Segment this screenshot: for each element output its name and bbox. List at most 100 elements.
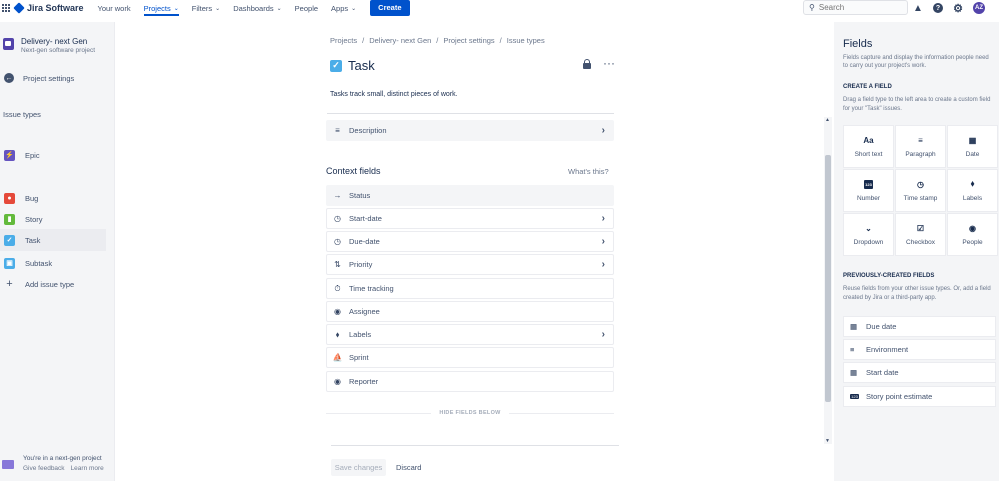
- sidebar-item-subtask[interactable]: ▣ Subtask: [0, 252, 106, 274]
- project-header[interactable]: Delivery- next Gen Next-gen software pro…: [3, 37, 95, 54]
- help-icon[interactable]: ?: [933, 3, 943, 13]
- scrollbar-thumb[interactable]: [825, 155, 831, 402]
- field-type-time-stamp[interactable]: ◷ Time stamp: [895, 169, 946, 212]
- previous-field-story-point-estimate[interactable]: 123 Story point estimate: [843, 386, 996, 407]
- field-type-labels[interactable]: ⬧ Labels: [947, 169, 998, 212]
- field-row-due-date[interactable]: ◷ Due-date ›: [326, 231, 614, 252]
- search-box[interactable]: ⚲: [803, 0, 908, 15]
- breadcrumb-item[interactable]: Project settings: [443, 36, 494, 45]
- nav-filters[interactable]: Filters ⌄: [192, 0, 220, 16]
- chevron-right-icon: ›: [601, 213, 605, 224]
- field-row-labels[interactable]: ⬧ Labels ›: [326, 324, 614, 345]
- learn-more-link[interactable]: Learn more: [71, 465, 104, 472]
- field-type-short-text[interactable]: Aa Short text: [843, 125, 894, 168]
- primary-nav: Your work Projects ⌄ Filters ⌄ Dashboards ⌄ Peo…: [98, 0, 370, 16]
- scroll-up-icon[interactable]: ▲: [825, 117, 830, 123]
- tile-label: Labels: [962, 194, 983, 202]
- field-row-time-tracking[interactable]: ⏱ Time tracking: [326, 278, 614, 299]
- scrollbar[interactable]: ▲ ▼: [824, 117, 832, 444]
- field-type-checkbox[interactable]: ☑ Checkbox: [895, 213, 946, 256]
- field-type-people[interactable]: ◉ People: [947, 213, 998, 256]
- chevron-down-icon: ⌄: [351, 5, 357, 12]
- tile-label: Checkbox: [906, 238, 935, 246]
- sidebar-item-bug[interactable]: ● Bug: [0, 187, 106, 209]
- previous-field-start-date[interactable]: ▦ Start date: [843, 362, 996, 383]
- field-row-sprint[interactable]: ⛵ Sprint: [326, 347, 614, 368]
- field-label: Reporter: [349, 377, 379, 386]
- give-feedback-link[interactable]: Give feedback: [23, 465, 65, 472]
- chevron-down-icon: ⌄: [173, 5, 179, 12]
- time-stamp-icon: ◷: [917, 179, 924, 189]
- description-field[interactable]: ≡ Description ›: [326, 120, 614, 141]
- fields-panel: Fields Fields capture and display the in…: [834, 22, 999, 481]
- avatar[interactable]: AZ: [973, 2, 985, 14]
- nav-projects[interactable]: Projects ⌄: [143, 0, 179, 16]
- nav-label: Projects: [143, 3, 171, 13]
- field-label: Start-date: [349, 214, 382, 223]
- back-to-project-settings[interactable]: ← Project settings: [4, 73, 74, 83]
- field-label: Sprint: [349, 353, 369, 362]
- app-switcher-icon[interactable]: [2, 4, 10, 12]
- lock-icon[interactable]: [583, 59, 591, 69]
- notifications-icon[interactable]: ▲: [913, 3, 923, 14]
- add-issue-type-button[interactable]: + Add issue type: [0, 273, 106, 295]
- field-label: Labels: [349, 330, 372, 339]
- scroll-down-icon[interactable]: ▼: [825, 438, 830, 444]
- nav-apps[interactable]: Apps ⌄: [331, 0, 356, 16]
- status-icon: →: [333, 191, 342, 200]
- sidebar-item-label: Story: [25, 214, 43, 224]
- field-row-status[interactable]: → Status: [326, 185, 614, 206]
- checkbox-icon: ☑: [916, 223, 925, 233]
- previous-field-label: Environment: [866, 345, 909, 354]
- field-row-reporter[interactable]: ◉ Reporter: [326, 371, 614, 392]
- sidebar-item-story[interactable]: ▮ Story: [0, 208, 106, 230]
- discard-button[interactable]: Discard: [396, 463, 421, 472]
- tile-label: Dropdown: [853, 238, 884, 246]
- next-gen-footer: You're in a next-gen project Give feedba…: [2, 455, 110, 472]
- tile-label: Time stamp: [903, 194, 938, 202]
- sidebar-item-label: Task: [25, 235, 41, 245]
- previous-field-label: Story point estimate: [866, 392, 933, 401]
- search-input[interactable]: [818, 3, 899, 12]
- page-title[interactable]: Task: [348, 58, 375, 73]
- sidebar-item-label: Epic: [25, 150, 40, 160]
- field-type-dropdown[interactable]: ⌄ Dropdown: [843, 213, 894, 256]
- nav-your-work[interactable]: Your work: [98, 0, 131, 16]
- field-row-assignee[interactable]: ◉ Assignee: [326, 301, 614, 322]
- field-type-paragraph[interactable]: ≡ Paragraph: [895, 125, 946, 168]
- whats-this-link[interactable]: What's this?: [568, 167, 609, 176]
- breadcrumb-item[interactable]: Issue types: [507, 36, 545, 45]
- nav-dashboards[interactable]: Dashboards ⌄: [233, 0, 281, 16]
- jira-logo[interactable]: Jira Software: [13, 2, 84, 14]
- settings-icon[interactable]: ⚙: [953, 3, 963, 15]
- field-row-priority[interactable]: ⇅ Priority ›: [326, 254, 614, 275]
- breadcrumb-separator: /: [436, 36, 439, 45]
- previous-field-due-date[interactable]: ▦ Due date: [843, 316, 996, 337]
- chevron-right-icon: ›: [601, 125, 605, 136]
- story-point-estimate-icon: 123: [850, 394, 859, 399]
- save-changes-button[interactable]: Save changes: [331, 459, 386, 476]
- labels-icon: ⬧: [970, 179, 975, 188]
- previous-field-label: Start date: [866, 368, 899, 377]
- sidebar: Delivery- next Gen Next-gen software pro…: [0, 22, 115, 481]
- add-issue-type-label: Add issue type: [25, 279, 75, 289]
- next-gen-text: You're in a next-gen project: [23, 455, 102, 462]
- field-type-date[interactable]: ▦ Date: [947, 125, 998, 168]
- paragraph-icon: ≡: [918, 135, 923, 145]
- sidebar-item-task[interactable]: ✓ Task: [0, 229, 106, 251]
- field-label: Assignee: [349, 307, 380, 316]
- nav-people[interactable]: People: [295, 0, 318, 16]
- previous-field-environment[interactable]: ≡ Environment: [843, 339, 996, 360]
- create-button[interactable]: Create: [370, 0, 410, 16]
- field-type-number[interactable]: 123 Number: [843, 169, 894, 212]
- breadcrumb-item[interactable]: Projects: [330, 36, 357, 45]
- chevron-right-icon: ›: [601, 236, 605, 247]
- issue-type-description[interactable]: Tasks track small, distinct pieces of wo…: [330, 91, 458, 98]
- field-label: Time tracking: [349, 284, 394, 293]
- short-text-icon: Aa: [863, 135, 874, 145]
- field-row-start-date[interactable]: ◷ Start-date ›: [326, 208, 614, 229]
- more-actions-icon[interactable]: ···: [603, 57, 615, 69]
- sidebar-item-epic[interactable]: ⚡ Epic: [0, 144, 106, 166]
- breadcrumb-item[interactable]: Delivery- next Gen: [369, 36, 431, 45]
- previous-fields-heading: PREVIOUSLY-CREATED FIELDS: [843, 273, 935, 279]
